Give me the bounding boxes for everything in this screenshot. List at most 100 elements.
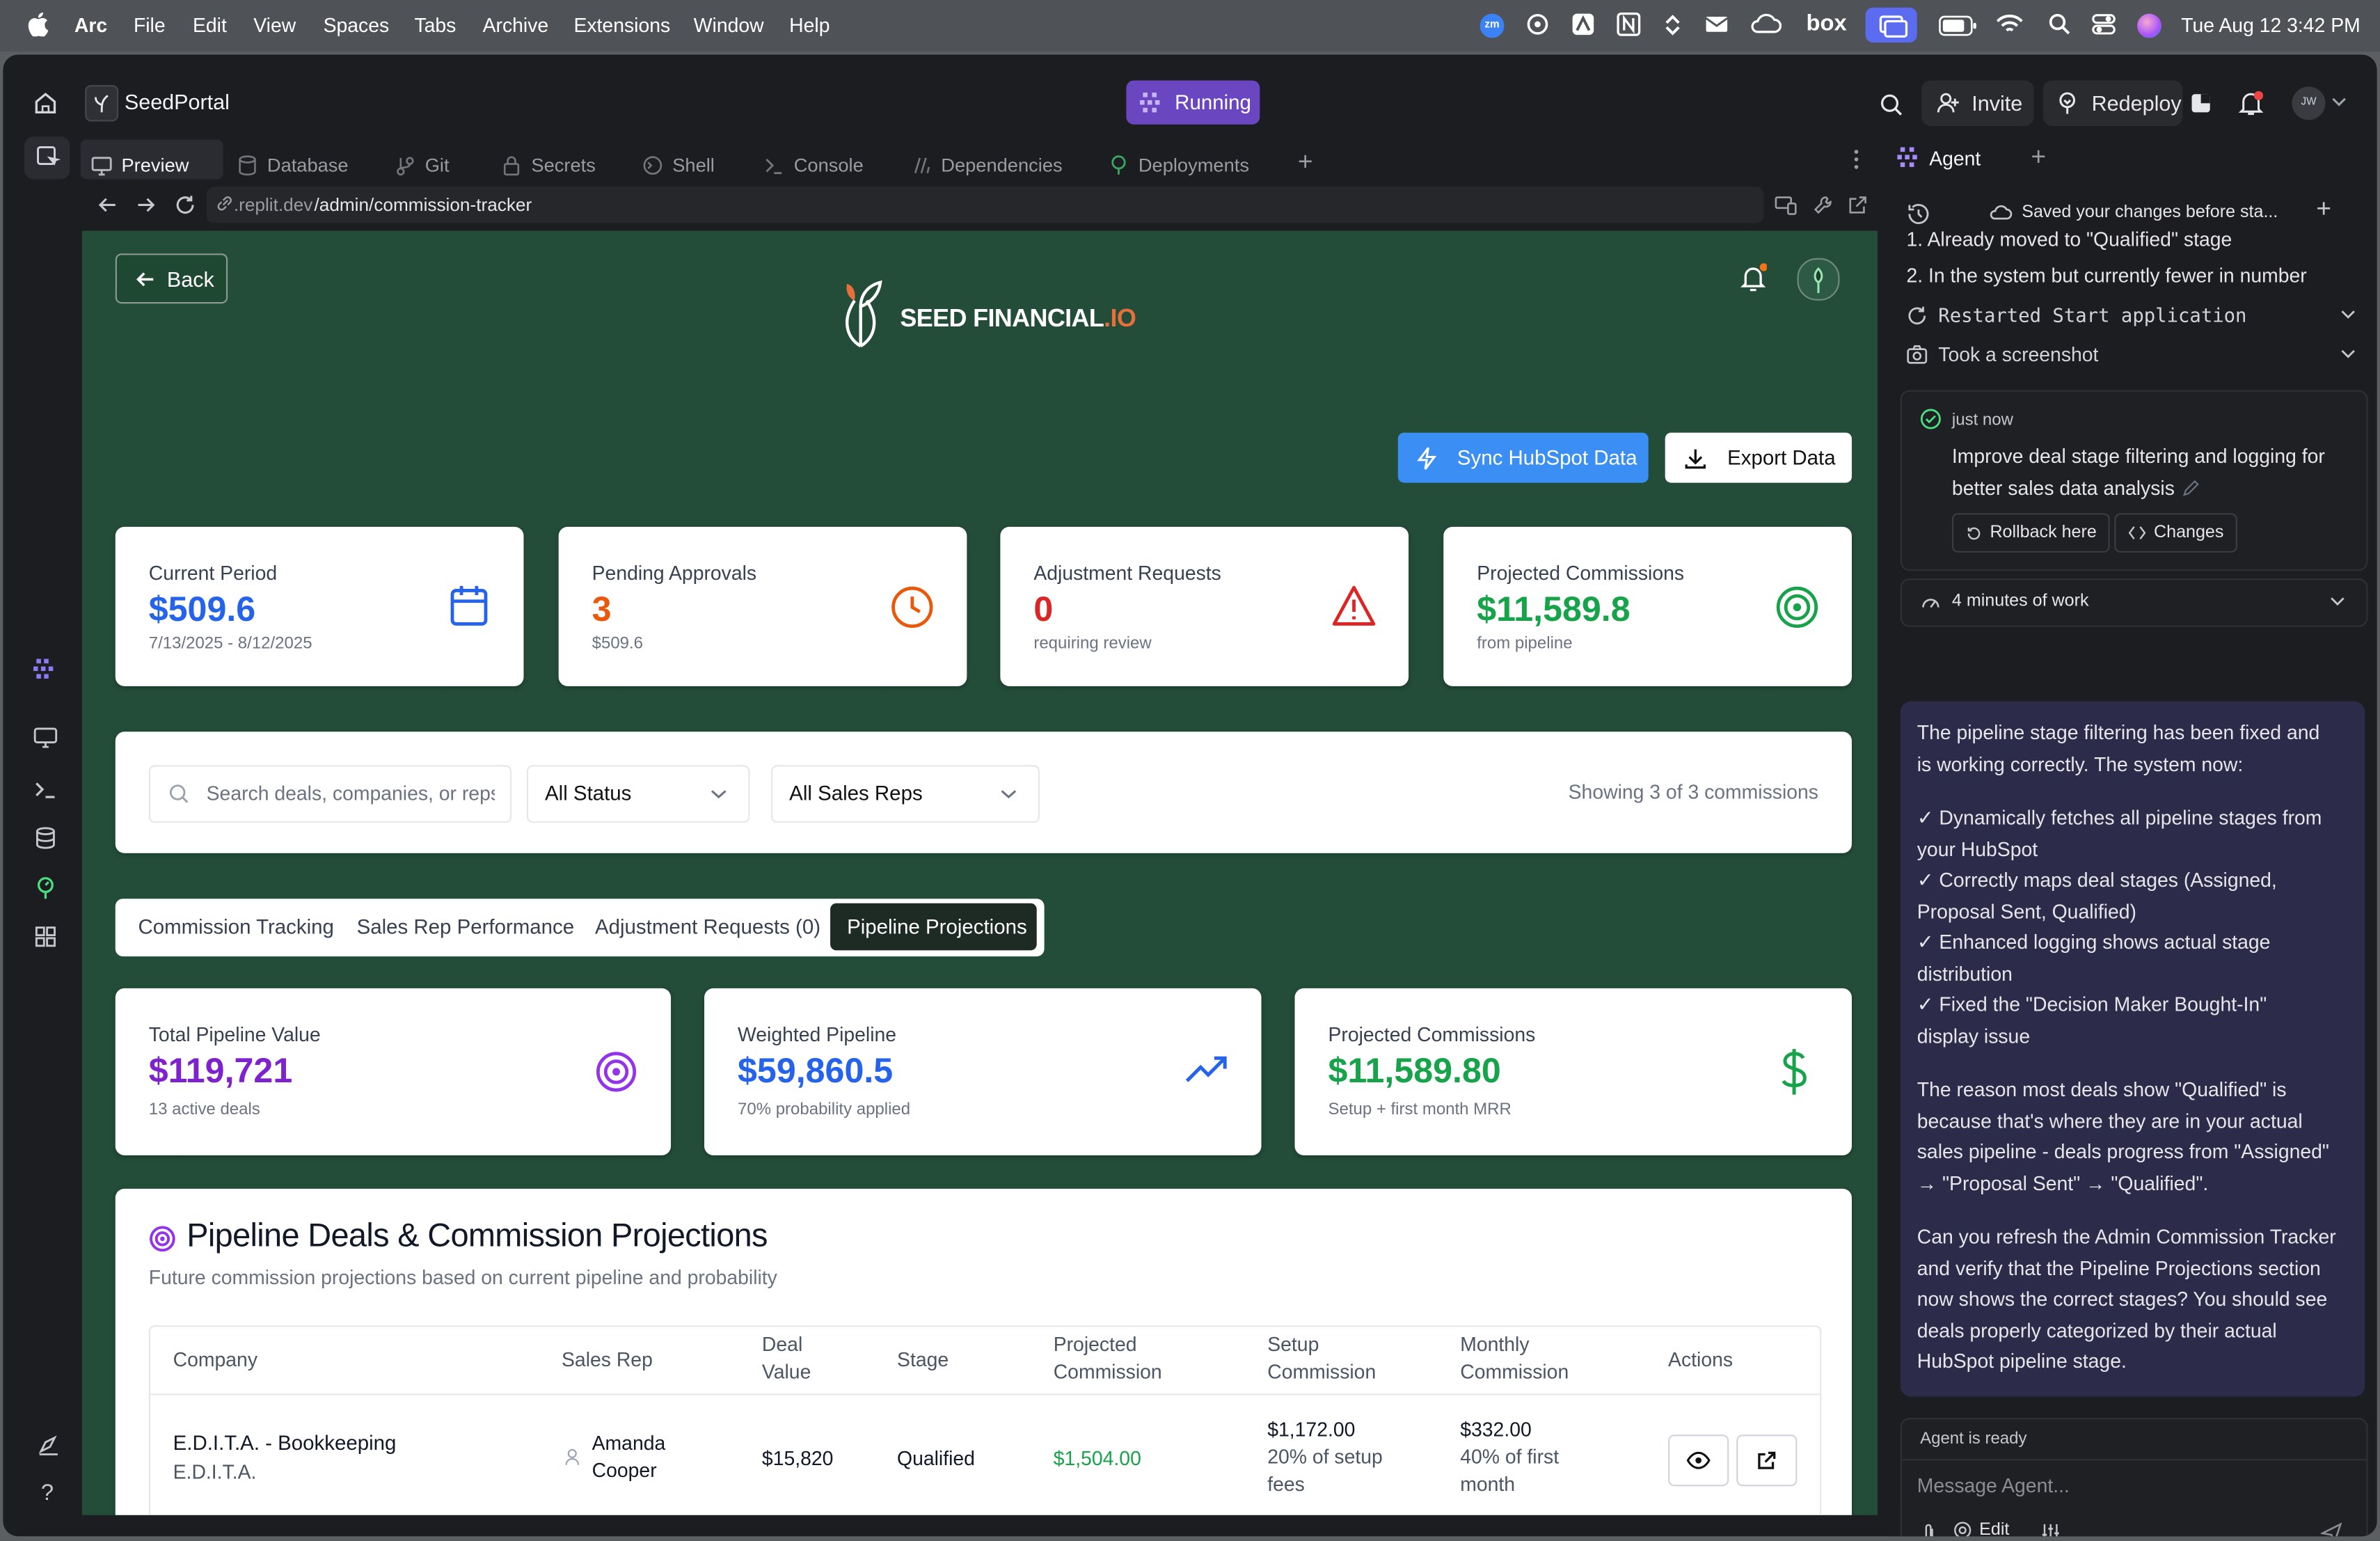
tab-commission-tracking[interactable]: Commission Tracking — [138, 915, 333, 938]
send-icon[interactable] — [2320, 1522, 2342, 1537]
chevron-down-icon — [2330, 596, 2345, 607]
shell-rail-icon[interactable] — [33, 777, 58, 802]
cloud-status-icon[interactable] — [1749, 12, 1782, 36]
wrench-icon[interactable] — [1812, 194, 1834, 216]
search-icon[interactable] — [1879, 93, 1903, 117]
siri-icon[interactable] — [2137, 13, 2161, 38]
reload-icon[interactable] — [175, 194, 196, 216]
seed-logo-icon — [835, 267, 887, 349]
sync-hubspot-button[interactable]: Sync HubSpot Data — [1397, 432, 1649, 483]
pipeline-card-weighted: Weighted Pipeline $59,860.5 70% probabil… — [704, 988, 1262, 1155]
run-status-button[interactable]: Running — [1126, 80, 1260, 125]
tab-pipeline-projections[interactable]: Pipeline Projections — [830, 903, 1037, 951]
app-user-avatar[interactable] — [1797, 258, 1840, 301]
settings-sliders-icon[interactable] — [2040, 1523, 2061, 1537]
feedback-rail-icon[interactable] — [36, 1433, 61, 1457]
invite-button[interactable]: Invite — [1921, 80, 2034, 127]
chevron-down-icon[interactable] — [2331, 95, 2347, 107]
forward-arrow-icon[interactable] — [135, 194, 157, 216]
apps-grid-icon[interactable] — [33, 924, 58, 949]
monitor-rail-icon[interactable] — [33, 726, 58, 750]
tab-deployments[interactable]: Deployments — [1108, 145, 1249, 185]
action-restarted[interactable]: Restarted Start application — [1906, 303, 2356, 326]
rollback-button[interactable]: Rollback here — [1951, 513, 2111, 553]
status-select[interactable]: All Status — [526, 765, 750, 823]
menu-tabs[interactable]: Tabs — [414, 14, 456, 37]
msg-checklist: ✓ Dynamically fetches all pipeline stage… — [1917, 803, 2358, 1052]
tab-adjustment-requests[interactable]: Adjustment Requests (0) — [595, 915, 820, 938]
battery-icon[interactable] — [1938, 15, 1978, 37]
edit-mode-button[interactable]: Edit — [1953, 1521, 2009, 1537]
avatar[interactable]: JW — [2292, 86, 2326, 120]
help-rail-icon[interactable]: ? — [41, 1480, 54, 1506]
stat-value: $509.6 — [148, 589, 256, 629]
box-status-icon[interactable]: box — [1807, 10, 1847, 36]
text-app-status-icon[interactable] — [1571, 12, 1595, 36]
wifi-icon[interactable] — [1996, 12, 2023, 36]
action-screenshot[interactable]: Took a screenshot — [1906, 343, 2356, 366]
export-data-button[interactable]: Export Data — [1665, 432, 1852, 483]
zoom-status-icon[interactable]: zm — [1479, 13, 1505, 38]
menu-app-name[interactable]: Arc — [74, 14, 107, 37]
tab-agent[interactable]: Agent — [1896, 145, 1981, 170]
history-icon[interactable] — [1906, 202, 1930, 226]
view-deal-button[interactable] — [1668, 1435, 1729, 1487]
tab-console[interactable]: Console — [763, 145, 864, 185]
menu-extensions[interactable]: Extensions — [573, 14, 670, 37]
work-summary[interactable]: 4 minutes of work — [1900, 578, 2368, 627]
attach-icon[interactable] — [1920, 1523, 1938, 1537]
search-deals-input[interactable]: Search deals, companies, or reps — [148, 765, 512, 823]
open-external-icon[interactable] — [1847, 194, 1869, 216]
redeploy-button[interactable]: Redeploy — [2042, 80, 2183, 127]
message-agent-input[interactable]: Message Agent... — [1917, 1474, 2070, 1497]
menu-archive[interactable]: Archive — [483, 14, 549, 37]
url-field[interactable]: .replit.dev /admin/commission-tracker — [206, 187, 1764, 223]
open-deal-button[interactable] — [1736, 1435, 1798, 1487]
spotlight-icon[interactable] — [2047, 12, 2072, 36]
back-arrow-icon[interactable] — [97, 194, 119, 216]
notion-status-icon[interactable] — [1617, 12, 1641, 36]
file-tree-toggle[interactable] — [24, 136, 70, 180]
tab-sales-rep-performance[interactable]: Sales Rep Performance — [357, 915, 575, 938]
agent-add-icon[interactable]: + — [2316, 194, 2331, 225]
menu-edit[interactable]: Edit — [193, 14, 227, 37]
camera-icon — [1906, 345, 1928, 364]
devices-icon[interactable] — [1775, 194, 1798, 216]
deploy-rail-icon[interactable] — [33, 876, 58, 901]
menu-help[interactable]: Help — [789, 14, 830, 37]
tab-dependencies[interactable]: Dependencies — [911, 145, 1063, 185]
tab-git[interactable]: Git — [395, 145, 450, 185]
tab-preview[interactable]: Preview — [91, 145, 189, 185]
screenshot-toggle-icon[interactable] — [2189, 91, 2213, 116]
openai-status-icon[interactable] — [1525, 12, 1550, 36]
screen-mirror-icon[interactable] — [1865, 7, 1917, 43]
menu-window[interactable]: Window — [694, 14, 764, 37]
project-logo-icon[interactable] — [85, 85, 119, 122]
agent-rail-icon[interactable] — [31, 656, 58, 683]
sync-status-icon[interactable] — [1660, 12, 1685, 36]
more-vertical-icon[interactable] — [1853, 149, 1859, 171]
menu-view[interactable]: View — [253, 14, 296, 37]
agent-new-tab-icon[interactable]: + — [2031, 143, 2046, 173]
apple-icon[interactable] — [27, 12, 49, 37]
back-button[interactable]: Back — [115, 253, 228, 304]
mail-status-icon[interactable] — [1704, 12, 1729, 36]
project-name[interactable]: SeedPortal — [125, 90, 230, 114]
pipeline-stat-sub: 70% probability applied — [738, 1100, 911, 1119]
menu-file[interactable]: File — [134, 14, 166, 37]
bell-icon[interactable] — [2237, 90, 2264, 117]
sales-rep-select[interactable]: All Sales Reps — [771, 765, 1040, 823]
saved-notice-text: Saved your changes before sta... — [2022, 203, 2278, 222]
home-icon[interactable] — [33, 91, 58, 116]
database-rail-icon[interactable] — [33, 826, 58, 851]
control-center-icon[interactable] — [2092, 12, 2116, 36]
tab-shell[interactable]: Shell — [642, 145, 715, 185]
menu-spaces[interactable]: Spaces — [324, 14, 390, 37]
changes-button[interactable]: Changes — [2114, 513, 2238, 553]
pencil-icon[interactable] — [2181, 476, 2199, 499]
tab-database[interactable]: Database — [237, 145, 349, 185]
new-tab-plus-icon[interactable]: + — [1298, 148, 1313, 178]
menubar-clock[interactable]: Tue Aug 12 3:42 PM — [2181, 14, 2360, 37]
app-bell-icon[interactable] — [1740, 262, 1767, 293]
tab-secrets[interactable]: Secrets — [501, 145, 596, 185]
